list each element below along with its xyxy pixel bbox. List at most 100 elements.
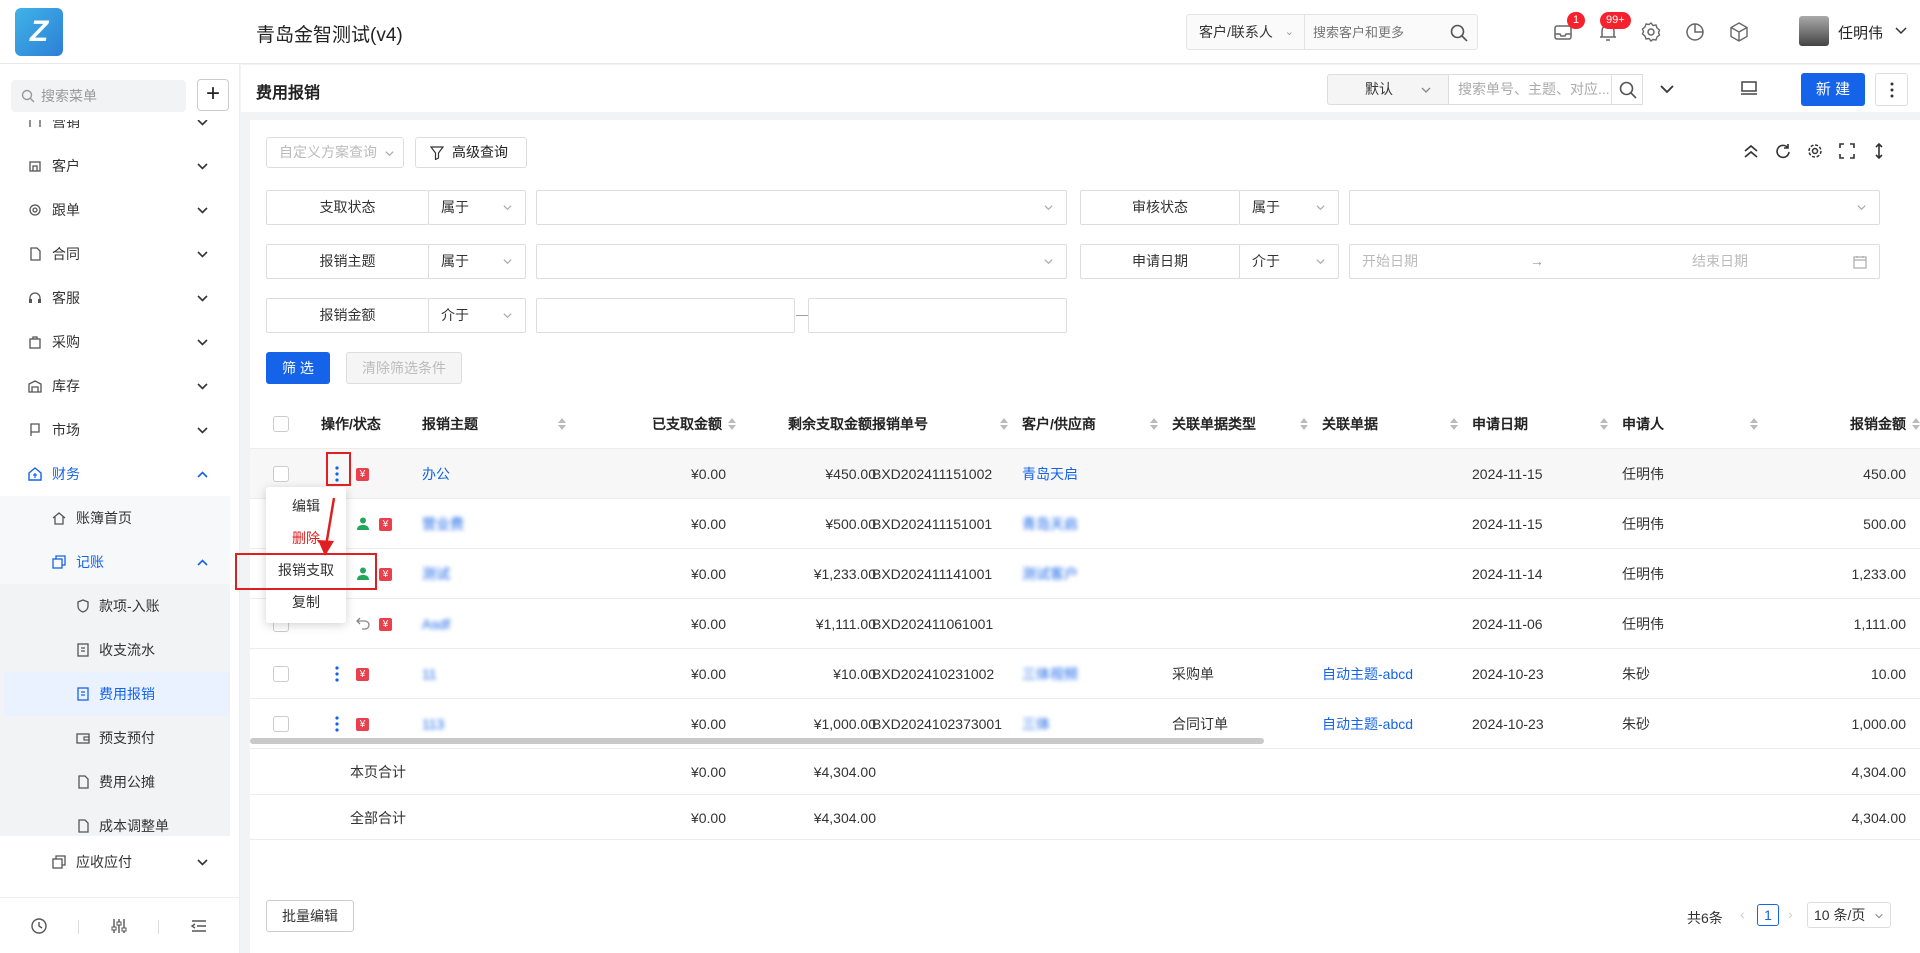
cell-subject[interactable]: 测试 xyxy=(422,549,450,599)
col-paid[interactable]: 已支取金额 xyxy=(590,400,736,448)
sidebar-item-expense-reimbursement[interactable]: 费用报销 xyxy=(4,672,230,716)
sidebar-item-receipts[interactable]: 款项-入账 xyxy=(0,584,240,628)
page-number[interactable]: 1 xyxy=(1757,904,1779,926)
table-row[interactable]: ¥ 办公 ¥0.00 ¥450.00 BXD202411151002 青岛天启 … xyxy=(250,448,1920,498)
page-size-select[interactable]: 10 条/页 xyxy=(1807,902,1891,928)
amount-min-input[interactable] xyxy=(536,298,795,333)
chart-icon[interactable] xyxy=(1683,20,1707,44)
row-actions-icon[interactable] xyxy=(333,665,341,683)
search-icon[interactable] xyxy=(1449,23,1469,43)
cell-subject[interactable]: 办公 xyxy=(422,449,450,499)
filter-op-apply-date[interactable]: 介于 xyxy=(1239,244,1339,279)
sidebar-item-customer[interactable]: 客户 xyxy=(0,144,240,188)
history-icon[interactable] xyxy=(30,917,48,935)
sort-icon[interactable] xyxy=(1150,417,1158,431)
date-start-input[interactable]: 开始日期 xyxy=(1362,245,1418,278)
row-checkbox[interactable] xyxy=(273,466,289,482)
sidebar-item-followup[interactable]: 跟单 xyxy=(0,188,240,232)
sidebar-item-service[interactable]: 客服 xyxy=(0,276,240,320)
app-logo[interactable]: Z xyxy=(15,8,63,56)
cell-customer[interactable]: 青岛天启 xyxy=(1022,499,1078,549)
clear-filter-button[interactable]: 清除筛选条件 xyxy=(346,352,462,384)
next-page-icon[interactable]: › xyxy=(1788,906,1793,922)
col-related[interactable]: 关联单据 xyxy=(1322,400,1458,448)
table-row[interactable]: ¥ 测试 ¥0.00 ¥1,233.00 BXD202411141001 测试客… xyxy=(250,548,1920,598)
chevron-down-icon[interactable] xyxy=(1659,81,1675,97)
filter-op-amount[interactable]: 介于 xyxy=(428,298,526,333)
col-apply-date[interactable]: 申请日期 xyxy=(1472,400,1608,448)
sort-icon[interactable] xyxy=(1600,417,1608,431)
col-customer[interactable]: 客户/供应商 xyxy=(1022,400,1158,448)
col-amount[interactable]: 报销金额 xyxy=(1770,400,1920,448)
monitor-icon[interactable] xyxy=(1740,79,1758,97)
col-applicant[interactable]: 申请人 xyxy=(1622,400,1758,448)
cell-subject[interactable]: 营业费 xyxy=(422,499,464,549)
select-all-checkbox[interactable] xyxy=(273,416,289,432)
sliders-icon[interactable] xyxy=(110,917,128,935)
more-button[interactable] xyxy=(1875,73,1908,106)
collapse-up-icon[interactable] xyxy=(1742,142,1760,160)
amount-max-input[interactable] xyxy=(808,298,1067,333)
sort-icon[interactable] xyxy=(1450,417,1458,431)
menu-item-copy[interactable]: 复制 xyxy=(266,586,346,618)
view-select[interactable]: 默认 xyxy=(1327,74,1449,105)
row-checkbox[interactable] xyxy=(273,666,289,682)
filter-op-subject[interactable]: 属于 xyxy=(428,244,526,279)
batch-edit-button[interactable]: 批量编辑 xyxy=(266,900,354,932)
sort-icon[interactable] xyxy=(1750,417,1758,431)
user-name[interactable]: 任明伟 xyxy=(1838,22,1883,43)
cell-customer[interactable]: 测试客户 xyxy=(1022,549,1078,599)
sidebar-item-receivables[interactable]: 应收应付 xyxy=(0,840,240,884)
settings-icon[interactable] xyxy=(1639,20,1663,44)
sidebar-item-finance[interactable]: 财务 xyxy=(0,452,240,496)
avatar[interactable] xyxy=(1799,16,1829,46)
filter-value-audit-status[interactable] xyxy=(1349,190,1880,225)
refresh-icon[interactable] xyxy=(1774,142,1792,160)
sort-icon[interactable] xyxy=(1912,417,1920,431)
sort-icon[interactable] xyxy=(558,417,566,431)
settings-icon[interactable] xyxy=(1806,142,1824,160)
advanced-query-button[interactable]: 高级查询 xyxy=(415,137,527,168)
table-row[interactable]: ¥ Asdf ¥0.00 ¥1,111.00 BXD202411061001 2… xyxy=(250,598,1920,648)
filter-op-payout-status[interactable]: 属于 xyxy=(428,190,526,225)
filter-value-subject[interactable] xyxy=(536,244,1067,279)
page-search-input[interactable]: 搜索单号、主题、对应... xyxy=(1448,74,1643,105)
col-bill-no[interactable]: 报销单号 xyxy=(872,400,1008,448)
row-height-icon[interactable] xyxy=(1870,142,1888,160)
col-related-type[interactable]: 关联单据类型 xyxy=(1172,400,1308,448)
sidebar-item-market[interactable]: 市场 xyxy=(0,408,240,452)
prev-page-icon[interactable]: ‹ xyxy=(1740,906,1745,922)
sort-icon[interactable] xyxy=(728,417,736,431)
sort-icon[interactable] xyxy=(1000,417,1008,431)
filter-op-audit-status[interactable]: 属于 xyxy=(1239,190,1339,225)
custom-scheme-select[interactable]: 自定义方案查询 xyxy=(266,137,404,168)
new-button[interactable]: 新 建 xyxy=(1801,73,1865,106)
date-range-picker[interactable]: 开始日期 → 结束日期 xyxy=(1349,244,1880,279)
date-end-input[interactable]: 结束日期 xyxy=(1692,245,1748,278)
table-row[interactable]: ¥ 11 ¥0.00 ¥10.00 BXD202410231002 三体视频 采… xyxy=(250,648,1920,698)
chevron-down-icon[interactable] xyxy=(1894,23,1908,37)
cell-subject[interactable]: 11 xyxy=(422,649,437,699)
sidebar-item-cashflow[interactable]: 收支流水 xyxy=(0,628,240,672)
horizontal-scrollbar[interactable] xyxy=(250,738,1264,744)
search-icon[interactable] xyxy=(1618,80,1638,100)
search-type-select[interactable]: 客户/联系人 ⌄ xyxy=(1187,15,1305,49)
cell-related[interactable]: 自动主题-abcd xyxy=(1322,699,1413,749)
sort-icon[interactable] xyxy=(1300,417,1308,431)
collapse-menu-icon[interactable] xyxy=(190,917,208,935)
global-search-input[interactable] xyxy=(1313,21,1443,43)
cube-icon[interactable] xyxy=(1727,20,1751,44)
row-checkbox[interactable] xyxy=(273,716,289,732)
sidebar-item-cost-sharing[interactable]: 费用公摊 xyxy=(0,760,240,804)
col-remaining[interactable]: 剩余支取金额 xyxy=(740,400,886,448)
sidebar-item-contract[interactable]: 合同 xyxy=(0,232,240,276)
fullscreen-icon[interactable] xyxy=(1838,142,1856,160)
sidebar-item-accounting[interactable]: 记账 xyxy=(0,540,240,584)
sidebar-item-inventory[interactable]: 库存 xyxy=(0,364,240,408)
cell-subject[interactable]: Asdf xyxy=(422,599,450,649)
sidebar-item-purchase[interactable]: 采购 xyxy=(0,320,240,364)
sidebar-item-advance[interactable]: 预支预付 xyxy=(0,716,240,760)
sidebar-item-marketing[interactable]: 营销 xyxy=(0,120,240,144)
row-actions-icon[interactable] xyxy=(333,715,341,733)
table-row[interactable]: ¥ 营业费 ¥0.00 ¥500.00 BXD202411151001 青岛天启… xyxy=(250,498,1920,548)
